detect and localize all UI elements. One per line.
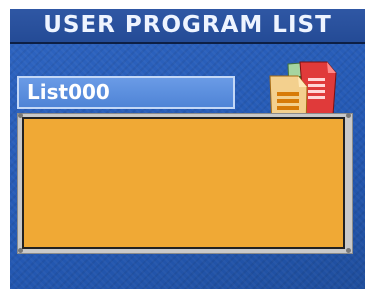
program-list-panel[interactable] [22,117,345,249]
frame-corner-top-right [346,113,351,118]
frame-corner-bottom-left [18,248,23,253]
header-bar: USER PROGRAM LIST [10,9,365,44]
list-name-tab[interactable]: List000 [17,76,235,109]
list-name-label: List000 [27,80,110,104]
frame-corner-bottom-right [346,248,351,253]
program-list-screen: USER PROGRAM LIST List000 [10,9,365,289]
frame-corner-top-left [18,113,23,118]
page-title: USER PROGRAM LIST [43,12,332,38]
